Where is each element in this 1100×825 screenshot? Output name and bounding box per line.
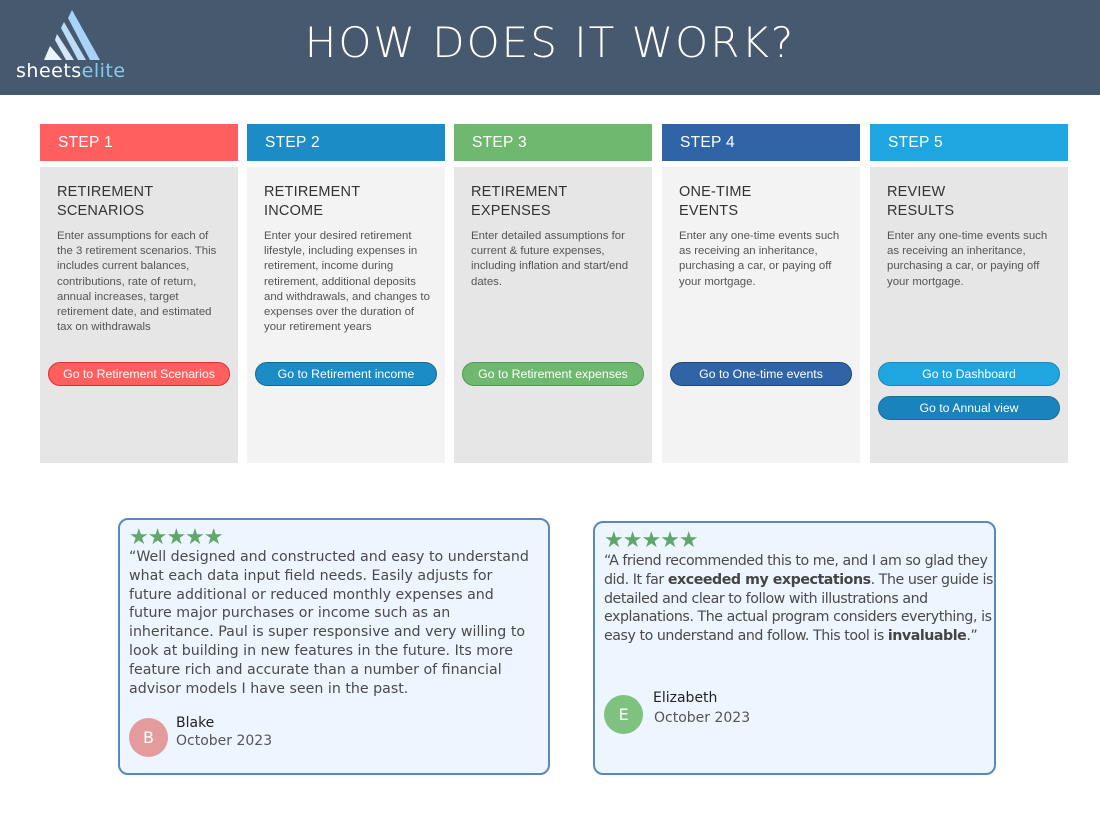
review-emphasis: invaluable	[887, 628, 967, 645]
review-card-elizabeth: ★★★★★ “A friend recommended this to me, …	[593, 521, 996, 775]
step-header: STEP 1	[40, 124, 238, 161]
step-header: STEP 4	[662, 124, 860, 161]
five-star-rating-icon: ★★★★★	[129, 524, 224, 549]
step-title-line: ONE-TIME	[679, 184, 752, 200]
step-title-line: RESULTS	[887, 203, 955, 219]
review-text-segment: “Well designed and constructed and easy …	[129, 549, 529, 697]
step-description: Enter any one-time events such as receiv…	[679, 230, 840, 288]
review-quote: “A friend recommended this to me, and I …	[604, 552, 994, 646]
step-body: RETIREMENT SCENARIOS Enter assumptions fo…	[40, 167, 238, 463]
go-to-retirement-scenarios-button[interactable]: Go to Retirement Scenarios	[48, 362, 230, 386]
go-to-retirement-income-button[interactable]: Go to Retirement income	[255, 362, 437, 386]
reviewer-name: Elizabeth	[653, 690, 718, 706]
step-title-line: RETIREMENT	[471, 184, 568, 200]
go-to-retirement-expenses-button[interactable]: Go to Retirement expenses	[462, 362, 644, 386]
step-header: STEP 2	[247, 124, 445, 161]
review-quote: “Well designed and constructed and easy …	[129, 548, 539, 698]
five-star-rating-icon: ★★★★★	[604, 527, 699, 552]
avatar: E	[604, 695, 643, 734]
step-description: Enter assumptions for each of the 3 reti…	[57, 230, 217, 334]
step-description: Enter any one-time events such as receiv…	[887, 230, 1048, 288]
step-card-5: STEP 5 REVIEW RESULTS Enter any one-time …	[870, 124, 1068, 463]
review-text-segment: .”	[966, 628, 978, 645]
step-title-line: INCOME	[264, 203, 324, 219]
go-to-one-time-events-button[interactable]: Go to One-time events	[670, 362, 852, 386]
step-title: RETIREMENT INCOME	[264, 183, 431, 221]
step-body: ONE-TIME EVENTS Enter any one-time events…	[662, 167, 860, 463]
step-title-line: EXPENSES	[471, 203, 551, 219]
review-card-blake: ★★★★★ “Well designed and constructed and…	[118, 518, 550, 775]
step-description: Enter detailed assumptions for current &…	[471, 230, 629, 288]
step-description: Enter your desired retirement lifestyle,…	[264, 230, 430, 334]
step-title: ONE-TIME EVENTS	[679, 183, 846, 221]
page-header: sheetselite HOW DOES IT WORK?	[0, 0, 1100, 95]
step-title-line: RETIREMENT	[264, 184, 361, 200]
steps-section: STEP 1 RETIREMENT SCENARIOS Enter assumpt…	[40, 124, 1069, 464]
step-card-2: STEP 2 RETIREMENT INCOME Enter your desir…	[247, 124, 445, 463]
page-title: HOW DOES IT WORK?	[304, 18, 796, 67]
step-header: STEP 5	[870, 124, 1068, 161]
review-date: October 2023	[654, 710, 751, 726]
step-title: RETIREMENT SCENARIOS	[57, 183, 224, 221]
go-to-dashboard-button[interactable]: Go to Dashboard	[878, 362, 1060, 386]
step-title-line: EVENTS	[679, 203, 739, 219]
go-to-annual-view-button[interactable]: Go to Annual view	[878, 396, 1060, 420]
step-title: REVIEW RESULTS	[887, 183, 1054, 221]
review-emphasis: exceeded my expectations	[667, 571, 871, 588]
step-body: RETIREMENT EXPENSES Enter detailed assump…	[454, 167, 652, 463]
step-body: RETIREMENT INCOME Enter your desired reti…	[247, 167, 445, 463]
step-title: RETIREMENT EXPENSES	[471, 183, 638, 221]
step-title-line: SCENARIOS	[57, 203, 145, 219]
step-card-4: STEP 4 ONE-TIME EVENTS Enter any one-time…	[662, 124, 860, 463]
avatar: B	[129, 718, 168, 757]
step-title-line: REVIEW	[887, 184, 946, 200]
review-date: October 2023	[176, 733, 273, 749]
step-card-3: STEP 3 RETIREMENT EXPENSES Enter detailed…	[454, 124, 652, 463]
reviewer-name: Blake	[176, 715, 215, 731]
step-body: REVIEW RESULTS Enter any one-time events …	[870, 167, 1068, 463]
step-title-line: RETIREMENT	[57, 184, 154, 200]
step-card-1: STEP 1 RETIREMENT SCENARIOS Enter assumpt…	[40, 124, 238, 463]
step-header: STEP 3	[454, 124, 652, 161]
